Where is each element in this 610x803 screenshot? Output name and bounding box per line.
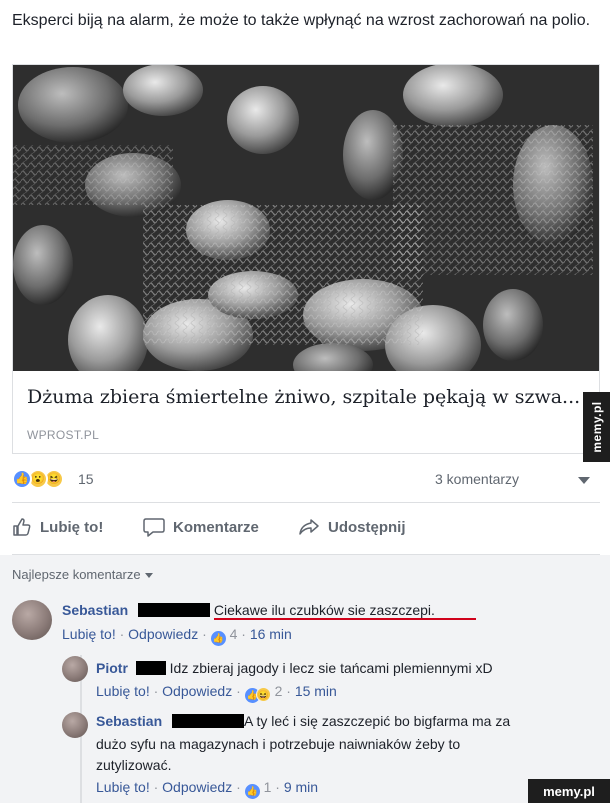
comment-meta: Lubię to! · Odpowiedz · 👍 1 · 9 min <box>96 779 318 799</box>
comment-reply-link[interactable]: Odpowiedz <box>128 626 198 642</box>
comment-icon <box>143 518 165 537</box>
comment-time[interactable]: 9 min <box>284 779 318 795</box>
haha-icon: 😆 <box>255 687 271 702</box>
reaction-icons[interactable]: 👍 😮 😆 <box>12 469 72 489</box>
post-actions: Lubię to! Komentarze Udostępnij <box>12 511 600 547</box>
avatar[interactable] <box>12 600 52 640</box>
like-icon: 👍 <box>244 784 260 799</box>
highlight-underline <box>214 618 476 620</box>
comment-like-link[interactable]: Lubię to! <box>62 626 116 642</box>
comment-button[interactable]: Komentarze <box>143 517 259 537</box>
share-button-label: Udostępnij <box>328 518 406 536</box>
avatar[interactable] <box>62 656 88 682</box>
comment-reply-link[interactable]: Odpowiedz <box>162 683 232 699</box>
comment-time[interactable]: 15 min <box>295 683 337 699</box>
comment-reaction-count[interactable]: 1 <box>264 779 272 795</box>
comment-text: dużo syfu na magazynach i potrzebuje nai… <box>96 736 461 752</box>
watermark-bottom: memy.pl <box>528 779 610 803</box>
caret-down-icon <box>144 573 153 579</box>
comment-like-link[interactable]: Lubię to! <box>96 683 150 699</box>
redacted-surname <box>138 603 211 617</box>
comment-text: Ciekawe ilu czubków sie zaszczepi. <box>213 602 435 618</box>
reactions-summary: 👍 😮 😆 15 3 komentarzy <box>12 466 600 492</box>
comment-count[interactable]: 3 komentarzy <box>435 471 519 487</box>
comment-reaction-count[interactable]: 4 <box>230 626 238 642</box>
bacteria-micrograph-image <box>13 65 599 371</box>
comment-body: Sebastian A ty leć i się zaszczepić bo b… <box>96 713 510 729</box>
comment-text: A ty leć i się zaszczepić bo bigfarma ma… <box>244 713 511 729</box>
watermark-side-text: memy.pl <box>589 401 604 453</box>
like-button[interactable]: Lubię to! <box>12 517 103 537</box>
post-text: Eksperci biją na alarm, że może to także… <box>12 12 591 29</box>
link-preview-title[interactable]: Dżuma zbiera śmiertelne żniwo, szpitale … <box>27 386 587 408</box>
link-preview-domain: WPROST.PL <box>27 428 100 442</box>
thumbs-up-icon <box>13 518 31 536</box>
comment-time[interactable]: 16 min <box>250 626 292 642</box>
link-preview-image[interactable] <box>13 65 599 371</box>
share-button[interactable]: Udostępnij <box>298 517 406 537</box>
like-icon: 👍 <box>12 469 32 489</box>
redacted-surname <box>135 661 166 675</box>
comment-like-link[interactable]: Lubię to! <box>96 779 150 795</box>
like-button-label: Lubię to! <box>40 518 104 536</box>
divider <box>12 502 600 503</box>
comment-body: Sebastian Ciekawe ilu czubków sie zaszcz… <box>62 602 435 618</box>
reaction-count[interactable]: 15 <box>78 471 94 487</box>
comment-reply-link[interactable]: Odpowiedz <box>162 779 232 795</box>
comment-text: zutylizować. <box>96 757 172 773</box>
link-preview-card[interactable]: Dżuma zbiera śmiertelne żniwo, szpitale … <box>12 64 600 454</box>
comment-text: Idz zbieraj jagody i lecz sie tańcami pl… <box>169 660 493 676</box>
redacted-surname <box>172 714 245 728</box>
comment-body: Piotr Idz zbieraj jagody i lecz sie tańc… <box>96 660 493 676</box>
comment-sort-dropdown[interactable]: Najlepsze komentarze <box>12 567 153 582</box>
comment-meta: Lubię to! · Odpowiedz · 👍😆 2 · 15 min <box>96 683 337 703</box>
share-icon <box>299 519 319 535</box>
comment-sort-label: Najlepsze komentarze <box>12 567 141 582</box>
comment-author[interactable]: Piotr <box>96 660 128 676</box>
comment-author[interactable]: Sebastian <box>96 713 162 729</box>
comments-section: Najlepsze komentarze <box>0 555 610 803</box>
avatar[interactable] <box>62 712 88 738</box>
comment-reaction-count[interactable]: 2 <box>275 683 283 699</box>
like-icon: 👍 <box>210 631 226 646</box>
comment-button-label: Komentarze <box>173 518 259 536</box>
chevron-down-icon[interactable] <box>578 477 590 484</box>
watermark-side: memy.pl <box>583 392 610 462</box>
comment-author[interactable]: Sebastian <box>62 602 128 618</box>
comment-meta: Lubię to! · Odpowiedz · 👍 4 · 16 min <box>62 626 292 646</box>
